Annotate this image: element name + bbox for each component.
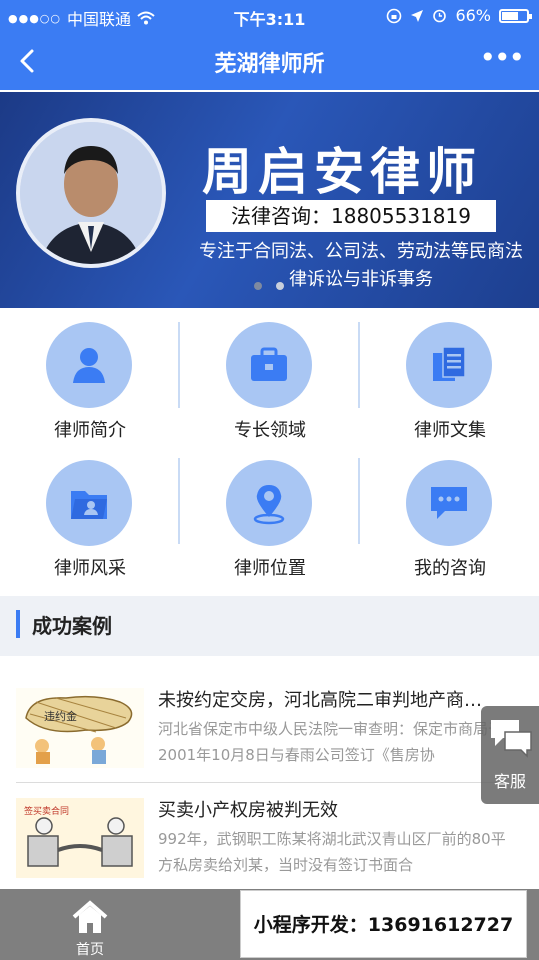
consult-phone: 法律咨询：18805531819 [206, 200, 496, 232]
customer-service-button[interactable]: 客服 [481, 706, 539, 804]
section-accent-bar [16, 610, 20, 638]
status-bar: ●●●○○ 中国联通 下午3:11 66% [0, 0, 539, 32]
home-icon [72, 900, 108, 933]
menu-item-articles[interactable]: 律师文集 [360, 310, 539, 454]
menu-item-label: 律师简介 [54, 420, 126, 441]
tab-home[interactable]: 首页 [0, 889, 180, 960]
menu-item-label: 律师文集 [414, 420, 486, 441]
lawyer-name: 周启安律师 [202, 142, 482, 201]
documents-icon [433, 346, 466, 381]
menu-item-label: 专长领域 [234, 420, 306, 441]
folder-icon [71, 491, 107, 519]
lawyer-avatar [16, 118, 166, 268]
location-arrow-icon [411, 9, 424, 22]
case-snippet: 992年，武钢职工陈某将湖北武汉青山区厂前的80平方私房卖给刘某，当时没有签订书… [158, 830, 506, 874]
menu-item-label: 我的咨询 [414, 558, 486, 579]
nav-bar: 芜湖律师所 ••• [0, 32, 539, 90]
chat-icon [431, 487, 467, 519]
customer-service-label: 客服 [493, 772, 526, 791]
section-header: 成功案例 [0, 596, 539, 656]
page-title: 芜湖律师所 [214, 52, 325, 77]
promo-banner: 小程序开发：13691612727 [240, 890, 527, 958]
alarm-icon [433, 9, 447, 23]
case-title: 买卖小产权房被判无效 [158, 800, 338, 821]
case-thumbnail: 签买卖合同 [16, 798, 144, 878]
feature-menu: 律师简介 专长领域 律师文集 律师风采 律师位置 我的咨询 [0, 308, 539, 596]
chat-bubbles-icon [491, 720, 532, 758]
menu-item-my-consultation[interactable]: 我的咨询 [360, 448, 539, 592]
thumbnail-caption: 签买卖合同 [24, 805, 69, 817]
menu-item-lawyer-gallery[interactable]: 律师风采 [0, 448, 180, 592]
battery-icon [499, 8, 532, 23]
divider [16, 782, 523, 783]
battery-percent: 66% [455, 6, 491, 25]
menu-item-label: 律师风采 [54, 558, 126, 579]
briefcase-icon [251, 347, 287, 381]
menu-item-expertise[interactable]: 专长领域 [180, 310, 360, 454]
banner-carousel[interactable]: 周启安律师 法律咨询：18805531819 专注于合同法、公司法、劳动法等民商… [0, 92, 539, 308]
person-icon [73, 348, 105, 383]
location-pin-icon [253, 485, 285, 525]
menu-item-lawyer-intro[interactable]: 律师简介 [0, 310, 180, 454]
menu-item-location[interactable]: 律师位置 [180, 448, 360, 592]
rotation-lock-icon [387, 8, 402, 23]
lawyer-description: 专注于合同法、公司法、劳动法等民商法律诉讼与非诉事务 [199, 241, 523, 290]
section-title: 成功案例 [32, 614, 112, 638]
carousel-indicator[interactable] [276, 282, 284, 290]
case-thumbnail: 违约金 [16, 688, 144, 768]
case-title: 未按约定交房，河北高院二审判地产商… [158, 690, 482, 711]
tab-label: 首页 [76, 942, 104, 958]
menu-item-label: 律师位置 [234, 558, 306, 579]
more-menu-button[interactable]: ••• [479, 44, 525, 72]
thumbnail-caption: 违约金 [44, 709, 77, 723]
case-snippet: 河北省保定市中级人民法院一审查明：保定市商局于2001年10月8日与春雨公司签订… [158, 720, 504, 764]
carousel-indicator[interactable] [254, 282, 262, 290]
